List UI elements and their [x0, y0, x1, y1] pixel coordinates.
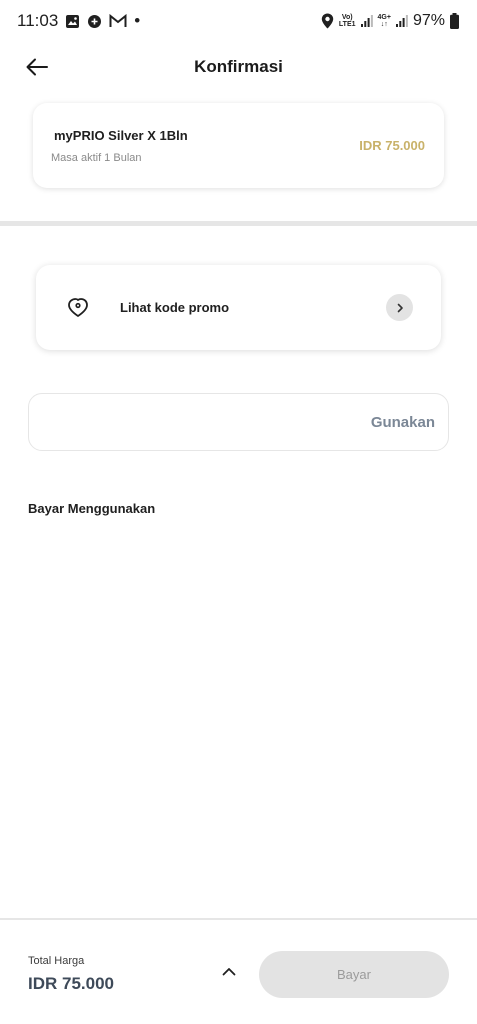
- gmail-notification-icon: [109, 14, 127, 28]
- signal-strength-icon-1: [360, 15, 373, 27]
- battery-icon: [450, 13, 459, 29]
- tag-icon: [66, 295, 90, 319]
- product-price: IDR 75.000: [359, 138, 425, 153]
- location-icon: [321, 13, 334, 29]
- volte-indicator: Vo) LTE1: [338, 14, 356, 28]
- payment-method-heading: Bayar Menggunakan: [28, 501, 156, 516]
- back-button[interactable]: [22, 52, 52, 82]
- status-time: 11:03: [17, 11, 59, 30]
- promo-code-field: Gunakan: [28, 393, 449, 451]
- chevron-up-icon: [222, 967, 236, 975]
- pay-button[interactable]: Bayar: [259, 951, 449, 998]
- network-type-indicator: 4G+ ↓↑: [377, 14, 391, 28]
- product-name: myPRIO Silver X 1Bln: [54, 128, 188, 143]
- apply-promo-button[interactable]: Gunakan: [371, 414, 435, 431]
- gallery-notification-icon: [65, 14, 80, 29]
- promo-label: Lihat kode promo: [120, 300, 230, 315]
- total-price-value: IDR 75.000: [28, 974, 114, 993]
- total-price-label: Total Harga: [28, 955, 85, 967]
- arrow-left-icon: [26, 58, 48, 76]
- status-bar: 11:03 • Vo) LTE1 4G+ ↓↑ 97%: [0, 0, 477, 42]
- status-left: 11:03 •: [17, 11, 140, 31]
- status-more-dot: •: [134, 11, 141, 30]
- status-right: Vo) LTE1 4G+ ↓↑ 97%: [321, 12, 459, 30]
- bottom-bar: Total Harga IDR 75.000 Bayar: [0, 918, 477, 1024]
- product-card: myPRIO Silver X 1Bln Masa aktif 1 Bulan …: [33, 103, 444, 188]
- page-title: Konfirmasi: [194, 57, 283, 76]
- expand-summary-button[interactable]: [218, 960, 240, 982]
- battery-percent: 97%: [412, 12, 445, 29]
- product-validity: Masa aktif 1 Bulan: [51, 152, 142, 164]
- app-bar: Konfirmasi: [0, 44, 477, 90]
- signal-strength-icon-2: [395, 15, 408, 27]
- chevron-right-icon: [386, 294, 413, 321]
- promo-code-input[interactable]: [45, 408, 345, 438]
- view-promo-code-button[interactable]: Lihat kode promo: [36, 265, 441, 350]
- app-notification-icon: [87, 14, 102, 29]
- section-divider: [0, 221, 477, 226]
